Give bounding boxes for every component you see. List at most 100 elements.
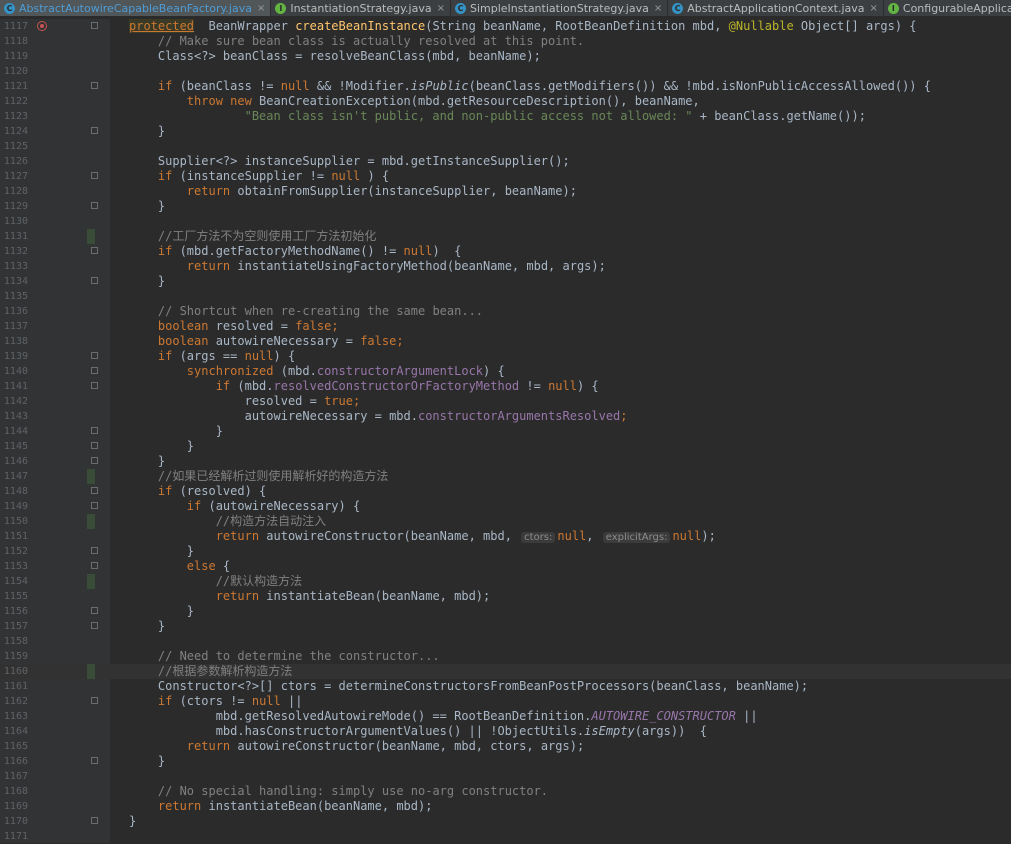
line-number[interactable]: 1149 bbox=[0, 499, 28, 514]
code-line[interactable]: 1145 } bbox=[0, 439, 1011, 454]
code-line[interactable]: 1157 } bbox=[0, 619, 1011, 634]
code-line[interactable]: 1167 bbox=[0, 769, 1011, 784]
code-line[interactable]: 1164 mbd.hasConstructorArgumentValues() … bbox=[0, 724, 1011, 739]
fold-toggle-icon[interactable] bbox=[91, 607, 98, 614]
code-line[interactable]: 1150 //构造方法自动注入 bbox=[0, 514, 1011, 529]
code-line[interactable]: 1126 Supplier<?> instanceSupplier = mbd.… bbox=[0, 154, 1011, 169]
vcs-change-marker[interactable] bbox=[87, 574, 95, 589]
code-line[interactable]: 1120 bbox=[0, 64, 1011, 79]
line-number[interactable]: 1122 bbox=[0, 94, 28, 109]
line-number[interactable]: 1153 bbox=[0, 559, 28, 574]
line-number[interactable]: 1119 bbox=[0, 49, 28, 64]
line-number[interactable]: 1163 bbox=[0, 709, 28, 724]
code-line[interactable]: 1127 if (instanceSupplier != null ) { bbox=[0, 169, 1011, 184]
fold-toggle-icon[interactable] bbox=[91, 22, 98, 29]
fold-toggle-icon[interactable] bbox=[91, 622, 98, 629]
code-line[interactable]: 1166 } bbox=[0, 754, 1011, 769]
fold-toggle-icon[interactable] bbox=[91, 562, 98, 569]
line-number[interactable]: 1125 bbox=[0, 139, 28, 154]
line-number[interactable]: 1126 bbox=[0, 154, 28, 169]
code-line[interactable]: 1139 if (args == null) { bbox=[0, 349, 1011, 364]
line-number[interactable]: 1139 bbox=[0, 349, 28, 364]
line-number[interactable]: 1154 bbox=[0, 574, 28, 589]
line-number[interactable]: 1143 bbox=[0, 409, 28, 424]
code-line[interactable]: 1147 //如果已经解析过则使用解析好的构造方法 bbox=[0, 469, 1011, 484]
editor-tab[interactable]: C SimpleInstantiationStrategy.java × bbox=[451, 0, 669, 16]
code-line[interactable]: 1152 } bbox=[0, 544, 1011, 559]
code-line[interactable]: 1142 resolved = true; bbox=[0, 394, 1011, 409]
fold-toggle-icon[interactable] bbox=[91, 202, 98, 209]
code-line[interactable]: 1122 throw new BeanCreationException(mbd… bbox=[0, 94, 1011, 109]
line-number[interactable]: 1158 bbox=[0, 634, 28, 649]
line-number[interactable]: 1160 bbox=[0, 664, 28, 679]
code-line[interactable]: 1165 return autowireConstructor(beanName… bbox=[0, 739, 1011, 754]
fold-toggle-icon[interactable] bbox=[91, 427, 98, 434]
line-number[interactable]: 1156 bbox=[0, 604, 28, 619]
line-number[interactable]: 1161 bbox=[0, 679, 28, 694]
line-number[interactable]: 1148 bbox=[0, 484, 28, 499]
code-line[interactable]: 1171 bbox=[0, 829, 1011, 844]
code-line[interactable]: 1135 bbox=[0, 289, 1011, 304]
close-tab-icon[interactable]: × bbox=[870, 3, 878, 14]
code-line[interactable]: 1123 "Bean class isn't public, and non-p… bbox=[0, 109, 1011, 124]
fold-toggle-icon[interactable] bbox=[91, 442, 98, 449]
code-line[interactable]: 1159 // Need to determine the constructo… bbox=[0, 649, 1011, 664]
code-line[interactable]: 1119 Class<?> beanClass = resolveBeanCla… bbox=[0, 49, 1011, 64]
fold-toggle-icon[interactable] bbox=[91, 757, 98, 764]
line-number[interactable]: 1137 bbox=[0, 319, 28, 334]
line-number[interactable]: 1140 bbox=[0, 364, 28, 379]
code-line[interactable]: 1158 bbox=[0, 634, 1011, 649]
line-number[interactable]: 1136 bbox=[0, 304, 28, 319]
fold-toggle-icon[interactable] bbox=[91, 817, 98, 824]
code-line[interactable]: 1162 if (ctors != null || bbox=[0, 694, 1011, 709]
vcs-change-marker[interactable] bbox=[87, 514, 95, 529]
fold-toggle-icon[interactable] bbox=[91, 502, 98, 509]
code-line[interactable]: 1154 //默认构造方法 bbox=[0, 574, 1011, 589]
line-number[interactable]: 1135 bbox=[0, 289, 28, 304]
fold-toggle-icon[interactable] bbox=[91, 82, 98, 89]
fold-toggle-icon[interactable] bbox=[91, 277, 98, 284]
code-line[interactable]: 1117 protected BeanWrapper createBeanInst… bbox=[0, 19, 1011, 34]
code-line[interactable]: 1136 // Shortcut when re-creating the sa… bbox=[0, 304, 1011, 319]
line-number[interactable]: 1146 bbox=[0, 454, 28, 469]
code-line[interactable]: 1163 mbd.getResolvedAutowireMode() == Ro… bbox=[0, 709, 1011, 724]
line-number[interactable]: 1117 bbox=[0, 19, 28, 34]
override-marker-icon[interactable] bbox=[37, 21, 47, 31]
fold-toggle-icon[interactable] bbox=[91, 697, 98, 704]
code-line[interactable]: 1155 return instantiateBean(beanName, mb… bbox=[0, 589, 1011, 604]
line-number[interactable]: 1144 bbox=[0, 424, 28, 439]
code-line[interactable]: 1153 else { bbox=[0, 559, 1011, 574]
code-line[interactable]: 1124 } bbox=[0, 124, 1011, 139]
line-number[interactable]: 1147 bbox=[0, 469, 28, 484]
line-number[interactable]: 1120 bbox=[0, 64, 28, 79]
code-line[interactable]: 1132 if (mbd.getFactoryMethodName() != n… bbox=[0, 244, 1011, 259]
fold-toggle-icon[interactable] bbox=[91, 382, 98, 389]
line-number[interactable]: 1162 bbox=[0, 694, 28, 709]
line-number[interactable]: 1118 bbox=[0, 34, 28, 49]
line-number[interactable]: 1129 bbox=[0, 199, 28, 214]
code-editor[interactable]: 1117 protected BeanWrapper createBeanInst… bbox=[0, 19, 1011, 843]
line-number[interactable]: 1124 bbox=[0, 124, 28, 139]
code-line[interactable]: 1130 bbox=[0, 214, 1011, 229]
code-line[interactable]: 1148 if (resolved) { bbox=[0, 484, 1011, 499]
code-line[interactable]: 1151 return autowireConstructor(beanName… bbox=[0, 529, 1011, 544]
line-number[interactable]: 1130 bbox=[0, 214, 28, 229]
vcs-change-marker[interactable] bbox=[87, 469, 95, 484]
line-number[interactable]: 1155 bbox=[0, 589, 28, 604]
close-tab-icon[interactable]: × bbox=[257, 3, 265, 14]
line-number[interactable]: 1166 bbox=[0, 754, 28, 769]
line-number[interactable]: 1131 bbox=[0, 229, 28, 244]
code-line[interactable]: 1170} bbox=[0, 814, 1011, 829]
line-number[interactable]: 1167 bbox=[0, 769, 28, 784]
code-line[interactable]: 1149 if (autowireNecessary) { bbox=[0, 499, 1011, 514]
code-line[interactable]: 1133 return instantiateUsingFactoryMetho… bbox=[0, 259, 1011, 274]
code-line[interactable]: 1168 // No special handling: simply use … bbox=[0, 784, 1011, 799]
fold-toggle-icon[interactable] bbox=[91, 547, 98, 554]
fold-toggle-icon[interactable] bbox=[91, 127, 98, 134]
fold-toggle-icon[interactable] bbox=[91, 172, 98, 179]
line-number[interactable]: 1141 bbox=[0, 379, 28, 394]
code-line[interactable]: 1141 if (mbd.resolvedConstructorOrFactor… bbox=[0, 379, 1011, 394]
editor-tab[interactable]: I InstantiationStrategy.java × bbox=[271, 0, 451, 16]
line-number[interactable]: 1138 bbox=[0, 334, 28, 349]
line-number[interactable]: 1171 bbox=[0, 829, 28, 844]
